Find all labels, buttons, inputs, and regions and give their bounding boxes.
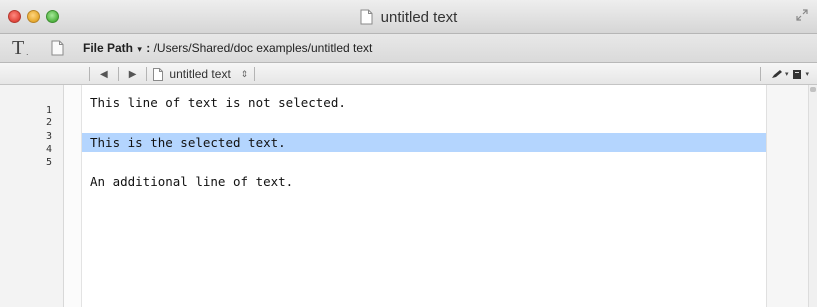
selected-text-line[interactable]: This is the selected text. bbox=[82, 133, 808, 152]
back-button[interactable]: ◀ bbox=[96, 69, 112, 80]
line-number-gutter: 1 2 3 4 5 bbox=[0, 85, 64, 307]
document-menu-icon bbox=[793, 69, 802, 79]
text-tool-icon[interactable]: T bbox=[12, 37, 24, 60]
file-path-label[interactable]: File Path bbox=[83, 41, 133, 55]
forward-button[interactable]: ▶ bbox=[125, 69, 141, 80]
divider bbox=[254, 67, 256, 81]
document-icon[interactable] bbox=[51, 40, 64, 56]
divider bbox=[89, 67, 90, 81]
scrollbar-thumb[interactable] bbox=[810, 87, 816, 92]
chevron-down-icon: ▾ bbox=[805, 71, 809, 78]
editor-window: untitled text T . File Path ▾ : /Users/S… bbox=[0, 0, 817, 307]
file-path-dropdown-icon[interactable]: ▾ bbox=[137, 44, 142, 54]
pen-icon bbox=[771, 70, 782, 78]
navigation-tools: ▾ ▾ bbox=[759, 63, 809, 85]
title-bar[interactable]: untitled text bbox=[0, 0, 817, 34]
line-number: 2 bbox=[45, 117, 52, 128]
window-title-area: untitled text bbox=[0, 0, 817, 34]
pen-icon[interactable]: ▾ bbox=[771, 69, 789, 79]
line-number: 4 bbox=[45, 144, 52, 155]
text-line[interactable]: This line of text is not selected. bbox=[82, 93, 808, 112]
divider bbox=[117, 67, 119, 81]
page-guide-margin bbox=[766, 85, 808, 307]
document-selector[interactable]: untitled text bbox=[169, 67, 230, 81]
document-icon bbox=[153, 67, 164, 81]
text-tool-menu-indicator: . bbox=[26, 47, 29, 57]
text-line[interactable] bbox=[82, 152, 808, 171]
vertical-scrollbar[interactable] bbox=[808, 85, 817, 307]
document-icon bbox=[360, 9, 373, 25]
file-path-separator: : bbox=[142, 41, 154, 55]
fold-column bbox=[64, 85, 82, 307]
fullscreen-icon[interactable] bbox=[795, 8, 809, 22]
document-selector-arrows-icon[interactable]: ⇕ bbox=[241, 69, 249, 78]
text-line[interactable] bbox=[82, 112, 808, 131]
window-title: untitled text bbox=[380, 8, 458, 26]
file-path[interactable]: File Path ▾ : /Users/Shared/doc examples… bbox=[83, 41, 372, 55]
line-number: 5 bbox=[45, 157, 52, 168]
text-line[interactable]: An additional line of text. bbox=[82, 172, 808, 191]
chevron-down-icon: ▾ bbox=[784, 71, 789, 78]
toolbar: T . File Path ▾ : /Users/Shared/doc exam… bbox=[0, 34, 817, 63]
navigation-bar: ◀ ▶ untitled text ⇕ ▾ ▾ bbox=[0, 63, 817, 85]
divider bbox=[146, 67, 148, 81]
divider bbox=[759, 67, 761, 81]
file-path-value: /Users/Shared/doc examples/untitled text bbox=[153, 41, 373, 55]
text-editor[interactable]: 1 2 3 4 5 This line of text is not selec… bbox=[0, 85, 817, 307]
navigation-controls: ◀ ▶ untitled text ⇕ bbox=[83, 63, 261, 85]
document-menu-icon[interactable]: ▾ bbox=[792, 69, 809, 80]
line-number: 3 bbox=[45, 131, 52, 142]
